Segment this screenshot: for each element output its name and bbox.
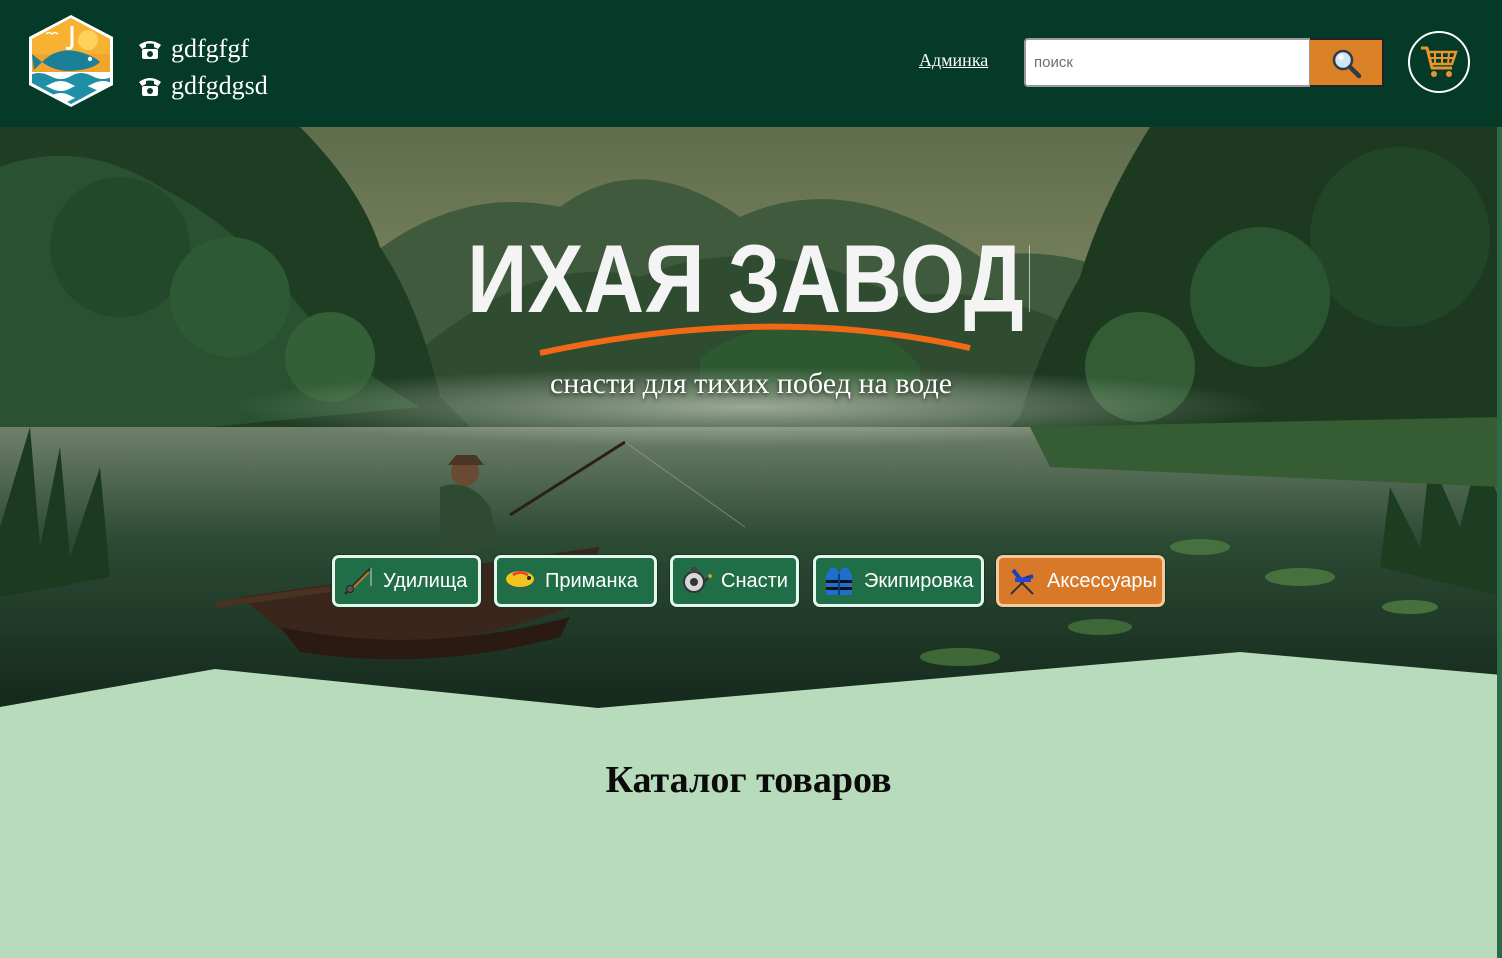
hero-banner: ТИХАЯ ЗАВОДЬ снасти для тихих побед на в… xyxy=(0,127,1502,708)
phone-number: gdfgdgsd xyxy=(171,71,268,100)
admin-link[interactable]: Админка xyxy=(919,50,988,71)
search-button[interactable] xyxy=(1310,38,1384,87)
phone-row: gdfgfgf xyxy=(137,30,268,67)
shopping-cart-icon xyxy=(1421,46,1458,77)
phone-list: gdfgfgf gdfgdgsd xyxy=(137,30,268,104)
phone-row: gdfgdgsd xyxy=(137,67,268,104)
search-input[interactable] xyxy=(1024,38,1311,87)
telephone-icon xyxy=(139,77,161,96)
section-wave-divider xyxy=(0,652,1502,708)
phone-number: gdfgfgf xyxy=(171,34,249,63)
catalog-title: Каталог товаров xyxy=(605,759,892,801)
cart-button[interactable] xyxy=(1408,31,1470,93)
site-header: gdfgfgf gdfgdgsd Админка xyxy=(0,0,1502,127)
page-edge xyxy=(1497,127,1502,958)
telephone-icon xyxy=(139,40,161,59)
fish-logo-icon[interactable] xyxy=(28,14,114,108)
magnifier-icon xyxy=(1332,49,1362,78)
